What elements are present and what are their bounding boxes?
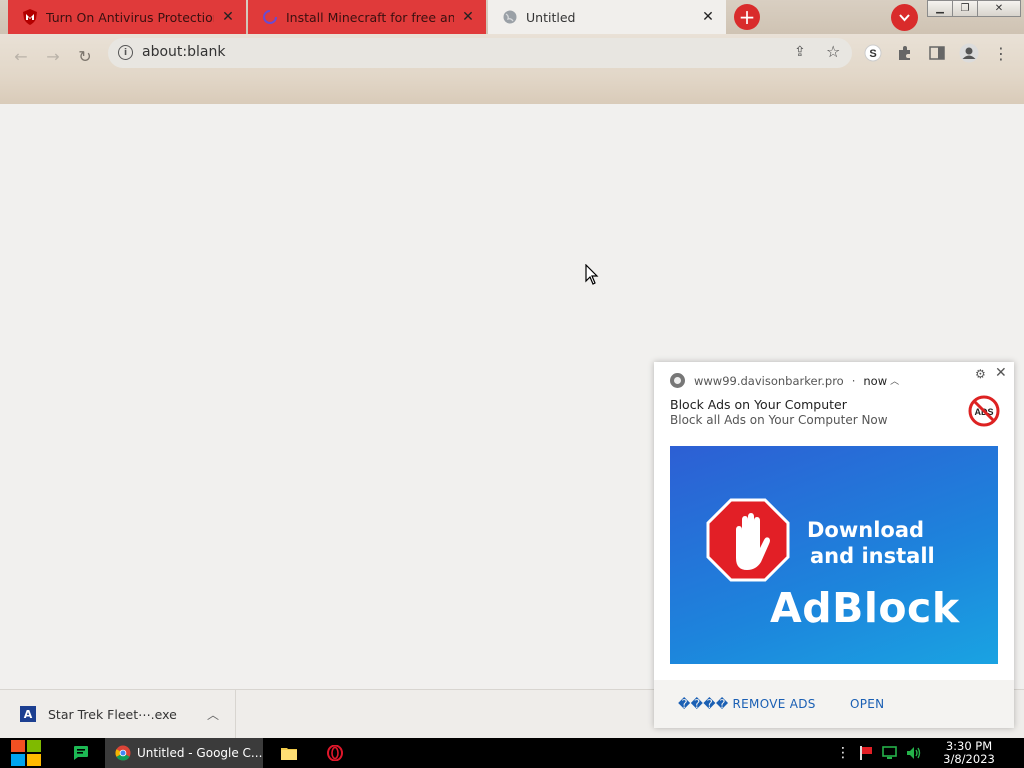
stop-hand-icon: [706, 498, 790, 582]
minimize-icon: ▁: [936, 3, 944, 14]
puzzle-icon[interactable]: [894, 42, 916, 64]
close-window-button[interactable]: ✕: [977, 0, 1021, 17]
notification-origin: www99.davisonbarker.pro: [694, 373, 844, 388]
notification-title: Block Ads on Your Computer: [670, 397, 847, 412]
banner-line-1: Download: [807, 518, 925, 542]
notification-actions: ���� REMOVE ADS OPEN: [654, 680, 1014, 728]
address-text[interactable]: about:blank: [142, 44, 225, 60]
windows-start-icon[interactable]: [10, 739, 43, 767]
svg-text:S: S: [869, 48, 876, 60]
taskbar-chrome-button[interactable]: Untitled - Google C...: [105, 738, 263, 768]
minimize-button[interactable]: ▁: [927, 0, 953, 17]
file-app-icon: A: [20, 706, 36, 722]
tray-overflow-icon[interactable]: ⋮: [836, 745, 850, 761]
system-clock[interactable]: 3:30 PM 3/8/2023: [938, 740, 1000, 766]
tab-antivirus[interactable]: Turn On Antivirus Protection ✕: [8, 0, 246, 34]
browser-toolbar: ← → ↻ i about:blank ⇪ ☆ S ⋮: [0, 34, 1024, 104]
notification-time: now: [863, 373, 888, 388]
flag-icon[interactable]: [858, 745, 874, 761]
ad-banner-image[interactable]: Download and install AdBlock: [670, 446, 998, 664]
reload-icon: ↻: [78, 46, 92, 66]
spinner-icon: [262, 9, 278, 25]
tab-minecraft[interactable]: Install Minecraft for free and st ✕: [248, 0, 486, 34]
info-icon[interactable]: i: [118, 45, 133, 60]
extension-s-icon[interactable]: S: [862, 42, 884, 64]
gear-icon[interactable]: ⚙: [975, 367, 986, 381]
taskbar-chrome-label: Untitled - Google C...: [137, 746, 263, 760]
remove-ads-button[interactable]: ���� REMOVE ADS: [678, 697, 816, 711]
tab-title: Untitled: [526, 9, 576, 25]
chevron-up-icon[interactable]: ︿: [207, 706, 219, 723]
banner-line-2: and install: [810, 544, 935, 568]
chat-app-icon: [74, 746, 88, 760]
chrome-icon: [115, 745, 131, 761]
opera-button[interactable]: [322, 738, 348, 768]
open-button[interactable]: OPEN: [850, 697, 884, 711]
download-filename: Star Trek Fleet⋯.exe: [48, 706, 177, 722]
restore-button[interactable]: ❐: [952, 0, 978, 17]
opera-icon: [327, 745, 343, 761]
close-icon[interactable]: ✕: [995, 365, 1007, 381]
tab-untitled[interactable]: Untitled ✕: [488, 0, 726, 34]
profile-icon[interactable]: [958, 42, 980, 64]
back-button[interactable]: ←: [8, 43, 34, 69]
tab-title: Install Minecraft for free and st: [286, 9, 454, 25]
chevron-down-icon: [899, 13, 910, 21]
speaker-icon[interactable]: [906, 745, 922, 761]
mcafee-shield-icon: [22, 9, 38, 25]
push-notification: www99.davisonbarker.pro · now ︿ ⚙ ✕ Bloc…: [654, 362, 1014, 728]
menu-icon[interactable]: ⋮: [990, 42, 1012, 64]
close-icon[interactable]: ✕: [220, 9, 236, 25]
chrome-icon: [670, 373, 685, 388]
share-icon[interactable]: ⇪: [794, 44, 806, 60]
file-explorer-button[interactable]: [276, 738, 302, 768]
restore-icon: ❐: [960, 3, 970, 14]
network-icon[interactable]: [882, 745, 898, 761]
chat-app-button[interactable]: [66, 738, 96, 768]
taskbar: Untitled - Google C... ⋮ 3:30 PM 3/8/202…: [0, 738, 1024, 768]
arrow-right-icon: →: [46, 46, 60, 66]
notification-source: www99.davisonbarker.pro · now ︿: [670, 373, 899, 388]
close-icon: ✕: [994, 3, 1004, 14]
banner-brand: AdBlock: [770, 584, 960, 632]
globe-icon: [502, 9, 518, 25]
no-ads-icon: ADS: [968, 395, 1000, 427]
tab-title: Turn On Antivirus Protection: [46, 9, 214, 25]
notification-body: Block all Ads on Your Computer Now: [670, 413, 888, 427]
reload-button[interactable]: ↻: [72, 43, 98, 69]
close-icon[interactable]: ✕: [700, 9, 716, 25]
new-tab-button[interactable]: +: [734, 4, 760, 30]
system-tray: ⋮: [836, 738, 922, 768]
address-bar[interactable]: i about:blank ⇪ ☆: [108, 38, 852, 68]
folder-icon: [281, 748, 297, 760]
chevron-up-icon[interactable]: ︿: [890, 374, 899, 387]
clock-date: 3/8/2023: [943, 752, 995, 766]
tab-search-button[interactable]: [891, 4, 918, 31]
forward-button[interactable]: →: [40, 43, 66, 69]
download-item[interactable]: A Star Trek Fleet⋯.exe ︿: [0, 690, 236, 738]
tab-strip: Turn On Antivirus Protection ✕ Install M…: [0, 0, 1024, 34]
star-icon[interactable]: ☆: [826, 42, 840, 61]
mouse-cursor-icon: [585, 264, 599, 285]
arrow-left-icon: ←: [14, 46, 28, 66]
close-icon[interactable]: ✕: [460, 9, 476, 25]
side-panel-icon[interactable]: [926, 42, 948, 64]
